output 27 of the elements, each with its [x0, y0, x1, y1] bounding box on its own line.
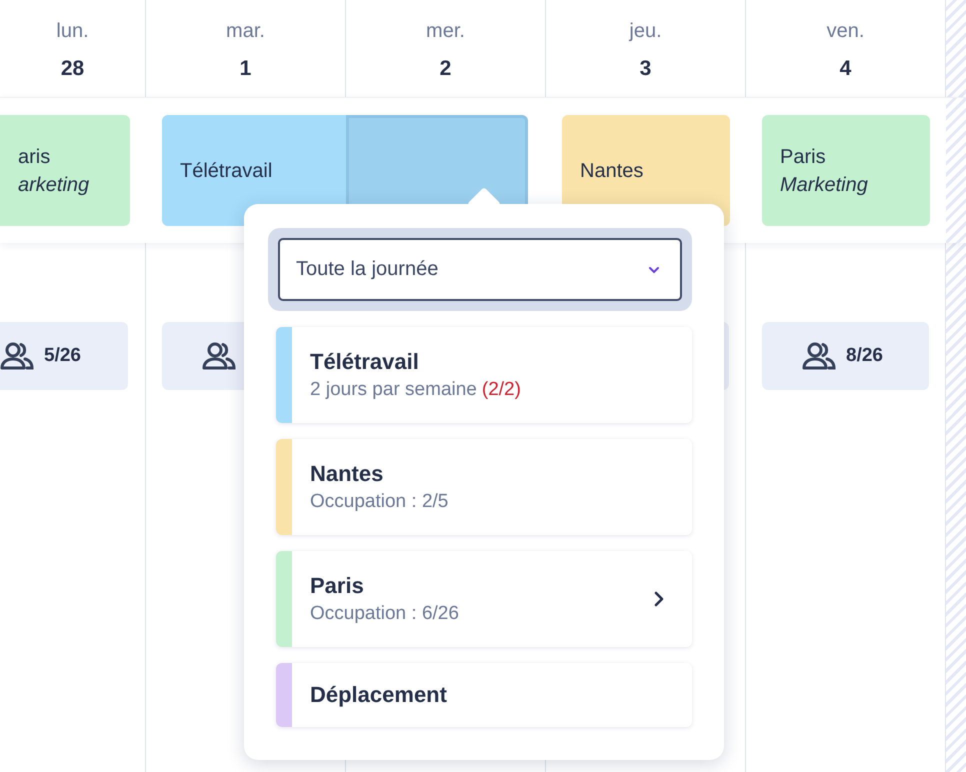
option-title: Nantes — [310, 460, 384, 488]
day-number: 3 — [640, 57, 652, 81]
occupancy-count: 5/26 — [44, 345, 81, 367]
event-title: Nantes — [580, 158, 644, 184]
event-subtitle: Marketing — [780, 172, 869, 198]
quota-count: (2/2) — [482, 379, 521, 400]
event-title: Paris — [780, 144, 827, 170]
event-subtitle: arketing — [18, 172, 90, 198]
option-subtitle: Occupation : 2/5 — [310, 491, 448, 512]
select-value: Toute la journée — [296, 258, 438, 281]
option-subtitle: Occupation : 6/26 — [310, 603, 459, 624]
option-title: Paris — [310, 572, 365, 600]
option-title: Déplacement — [310, 681, 448, 709]
day-number: 28 — [60, 57, 84, 81]
option-title: Télétravail — [310, 348, 420, 376]
event-title: aris — [18, 144, 52, 170]
weekday-label: lun. — [56, 19, 89, 43]
option-subtitle: 2 jours par semaine — [310, 379, 477, 400]
occupancy-count: 8/26 — [846, 345, 883, 367]
day-number: 4 — [840, 57, 852, 81]
weekday-label: mar. — [226, 19, 265, 43]
event-title: Télétravail — [180, 158, 274, 184]
weekday-label: jeu. — [629, 19, 662, 43]
day-number: 1 — [240, 57, 252, 81]
day-number: 2 — [440, 57, 452, 81]
weekday-label: mer. — [426, 19, 465, 43]
weekday-label: ven. — [826, 19, 864, 43]
